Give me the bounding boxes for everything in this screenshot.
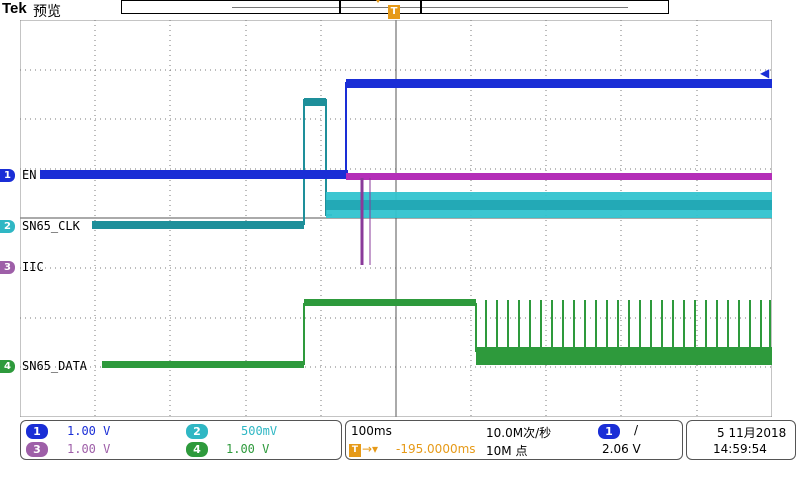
time-display: 14:59:54 [713,442,767,456]
ch1-label: EN [22,168,37,182]
ch1-scale-value: 1.00 V [67,424,111,438]
ch2-marker[interactable]: 2 [0,220,15,233]
trigger-point-icon [374,0,382,3]
trigger-arrow-icon: →▾ [362,442,379,456]
ch1-waveform [40,79,772,179]
channel-scale-panel[interactable]: 1 1.00 V 2 500mV 3 1.00 V 4 1.00 V [20,420,342,460]
sample-rate: 10.0M次/秒 [486,426,552,440]
date-display: 5 11月2018 [717,426,787,440]
ch1-scale-badge[interactable]: 1 [26,424,48,439]
timebase-panel[interactable]: 100ms T →▾ -195.0000ms 10.0M次/秒 10M 点 1 … [345,420,683,460]
waveform-display[interactable] [20,20,772,417]
ch4-waveform [102,299,772,368]
ch3-scale-badge[interactable]: 3 [26,442,48,457]
ch4-scale-value: 1.00 V [226,442,270,456]
datetime-panel: 5 11月2018 14:59:54 [686,420,796,460]
ch3-marker[interactable]: 3 [0,261,15,274]
ch1-marker[interactable]: 1 [0,169,15,182]
trigger-position: -195.0000ms [396,442,476,456]
trigger-level-arrow-icon[interactable]: ◀ [760,66,769,80]
ch3-label: IIC [22,260,44,274]
ch2-scale-value: 500mV [241,424,278,438]
acquisition-mode: 预览 [33,4,61,20]
trigger-source-badge[interactable]: 1 [598,424,620,439]
ch4-label: SN65_DATA [22,359,88,373]
ch3-waveform [346,173,772,265]
brand-logo: Tek [2,0,27,17]
ch2-waveform [92,98,772,229]
time-per-div: 100ms [351,424,392,438]
trigger-level: 2.06 V [602,442,641,456]
ch2-scale-badge[interactable]: 2 [186,424,208,439]
trigger-slope: / [634,423,639,437]
trigger-icon: T [349,444,361,457]
record-length: 10M 点 [486,444,528,458]
record-line [232,7,628,8]
ch3-scale-value: 1.00 V [67,442,111,456]
ch4-marker[interactable]: 4 [0,360,15,373]
trigger-position-marker[interactable]: T [388,5,400,19]
ch2-label: SN65_CLK [22,219,80,233]
top-bar: Tek 预览 T [0,0,800,20]
ch4-scale-badge[interactable]: 4 [186,442,208,457]
